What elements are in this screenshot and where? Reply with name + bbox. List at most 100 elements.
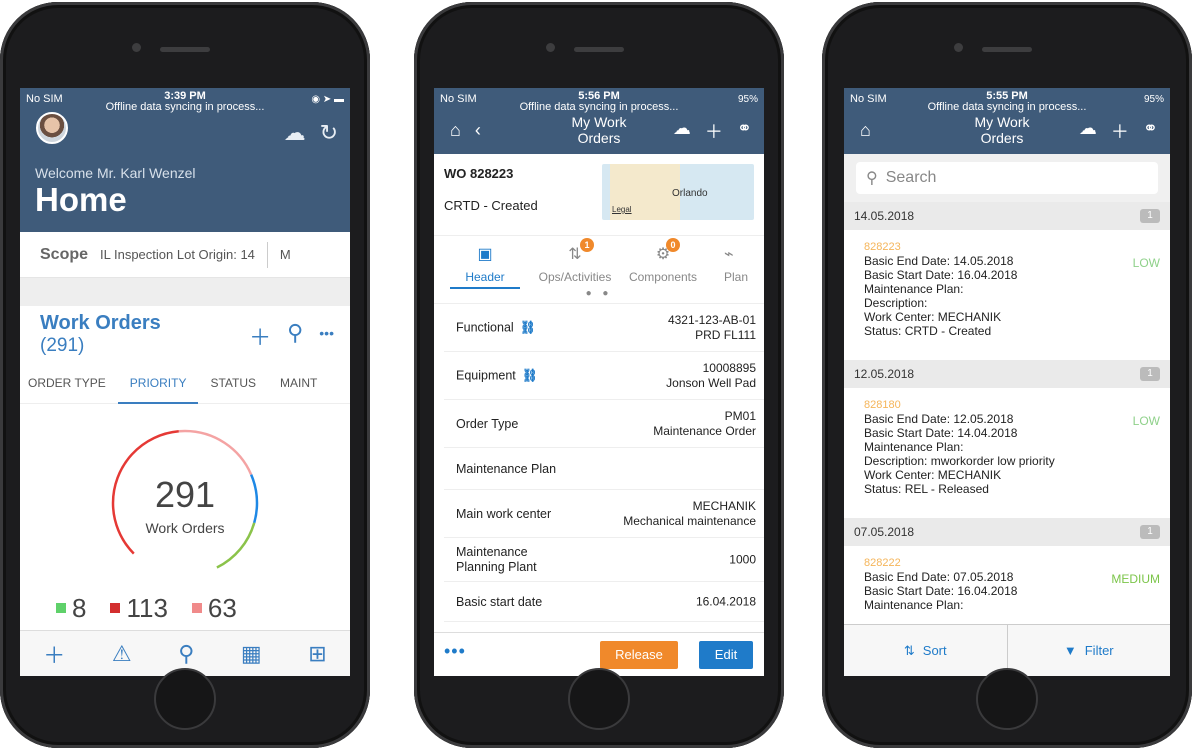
avatar[interactable] [36,112,68,144]
status-bar: No SIM 3:39 PM Offline data syncing in p… [20,88,350,113]
filter-button[interactable]: ▼ Filter [1006,625,1171,676]
count-low[interactable]: 8 [56,593,86,624]
plan-icon: ⌁ [724,246,734,263]
tab-header-label: Header [465,270,505,284]
tab-maint[interactable]: MAINT [268,362,329,404]
field-planning-plant: Maintenance Planning Plant 1000 [444,538,764,582]
sort-button[interactable]: ⇅ Sort [844,625,1007,676]
link-icon[interactable]: ⛓ [522,368,538,382]
work-order-id: WO 828223 [444,166,514,181]
group-count-badge: 1 [1140,367,1160,381]
home-button[interactable] [976,668,1038,730]
work-orders-donut[interactable]: 291 Work Orders [110,428,260,578]
item-line: Description: mworkorder low priority [864,454,1055,468]
field-key: Basic start date [456,594,543,609]
cloud-icon[interactable]: ☁ [284,120,306,146]
home-button[interactable] [568,668,630,730]
ops-badge: 1 [580,238,594,252]
camera [954,43,963,52]
cloud-sync-icon[interactable]: ☁ [1079,118,1097,144]
list-item[interactable]: 828222 Basic End Date: 07.05.2018 Basic … [844,546,1170,618]
people-icon[interactable]: ⚭ [737,118,752,144]
search-input[interactable]: ⚲ Search [856,162,1158,194]
link-icon[interactable]: ⛓ [520,320,536,334]
tab-ops-activities[interactable]: ⇅ 1 Ops/Activities [530,238,620,284]
field-value: 4321-123-AB-01 [667,312,756,327]
field-functional[interactable]: Functional ⛓ 4321-123-AB-01 PRD FL111 [444,304,764,352]
detail-screen: No SIM 5:56 PM Offline data syncing in p… [434,88,764,676]
list-item[interactable]: 828223 Basic End Date: 14.05.2018 Basic … [844,230,1170,360]
group-count-badge: 1 [1140,525,1160,539]
filter-label: Filter [1084,643,1114,658]
detail-header: No SIM 5:56 PM Offline data syncing in p… [434,88,764,154]
tab-plan[interactable]: ⌁ Plan [724,244,764,284]
field-value: 16.04.2018 [695,594,756,608]
tab-order-type[interactable]: ORDER TYPE [20,362,118,404]
tab-status[interactable]: STATUS [198,362,268,404]
item-line: Description: [864,296,928,310]
count-medium[interactable]: 63 [191,593,237,624]
group-date: 07.05.2018 [854,525,915,539]
nav-title: My Work Orders [974,114,1030,146]
group-date: 14.05.2018 [854,209,915,223]
scope-bar[interactable]: Scope IL Inspection Lot Origin: 14 M [20,232,350,278]
map-icon[interactable]: ▦ [241,641,262,667]
home-screen: No SIM 3:39 PM Offline data syncing in p… [20,88,350,676]
count-low-value: 8 [72,593,87,623]
back-icon[interactable]: ‹ [475,120,481,141]
home-button[interactable] [154,668,216,730]
group-count-badge: 1 [1140,209,1160,223]
field-key: Maintenance Plan [456,461,557,476]
field-key: Equipment [456,368,516,382]
field-key: Maintenance Planning Plant [456,544,537,574]
sync-message: Offline data syncing in process... [105,101,265,113]
speaker [160,47,210,52]
home-icon[interactable]: ⌂ [860,120,871,141]
page-dots: ● ● [585,288,613,299]
add-icon[interactable]: ＋ [249,320,271,352]
field-subvalue: Maintenance Order [653,423,756,438]
search-placeholder: Search [885,169,937,186]
plus-icon[interactable]: ＋ [43,638,65,670]
tab-priority[interactable]: PRIORITY [117,362,199,404]
warning-icon[interactable]: ⚠ [112,641,132,667]
donut-label: Work Orders [145,520,225,536]
list-item[interactable]: 828180 Basic End Date: 12.05.2018 Basic … [844,388,1170,518]
more-icon[interactable]: ••• [319,320,334,352]
divider [266,241,268,268]
search-icon[interactable]: ⚲ [287,320,303,352]
location-map[interactable]: Orlando Legal [602,164,754,220]
map-city-label: Orlando [672,188,708,199]
grid-icon[interactable]: ⊞ [308,641,326,667]
legend-swatch [191,603,202,613]
release-button[interactable]: Release [600,641,678,669]
add-icon[interactable]: ＋ [1111,118,1129,144]
item-line: Status: CRTD - Created [864,324,992,338]
nav-bar: ⌂ ‹ My Work Orders ☁ ＋ ⚭ [434,110,764,154]
people-icon[interactable]: ⚭ [1143,118,1158,144]
refresh-icon[interactable]: ↻ [320,120,338,146]
scope-next[interactable]: M [280,247,291,262]
legend-swatch [110,603,121,613]
field-equipment[interactable]: Equipment ⛓ 10008895 Jonson Well Pad [444,352,764,400]
map-legal-link[interactable]: Legal [612,205,632,214]
field-key: Order Type [456,416,519,431]
cloud-sync-icon[interactable]: ☁ [673,118,691,144]
home-icon[interactable]: ⌂ [450,120,461,141]
legend-swatch [56,603,66,613]
field-value: PM01 [724,408,756,423]
edit-button[interactable]: Edit [699,641,753,669]
add-icon[interactable]: ＋ [705,118,723,144]
field-value: MECHANIK [692,498,756,513]
item-line: Work Center: MECHANIK [864,310,1002,324]
field-basic-start-date: Basic start date 16.04.2018 [444,582,764,622]
search-icon[interactable]: ⚲ [178,641,194,667]
tab-header[interactable]: ▣ Header [450,244,520,289]
home-header: No SIM 3:39 PM Offline data syncing in p… [20,88,350,232]
phone-work-order-detail: No SIM 5:56 PM Offline data syncing in p… [414,2,784,748]
count-high[interactable]: 113 [110,593,168,624]
more-button[interactable]: ••• [444,641,466,662]
scope-value[interactable]: IL Inspection Lot Origin: 14 [100,247,255,262]
camera [132,43,141,52]
tab-components[interactable]: ⚙ 0 Components [622,238,704,284]
